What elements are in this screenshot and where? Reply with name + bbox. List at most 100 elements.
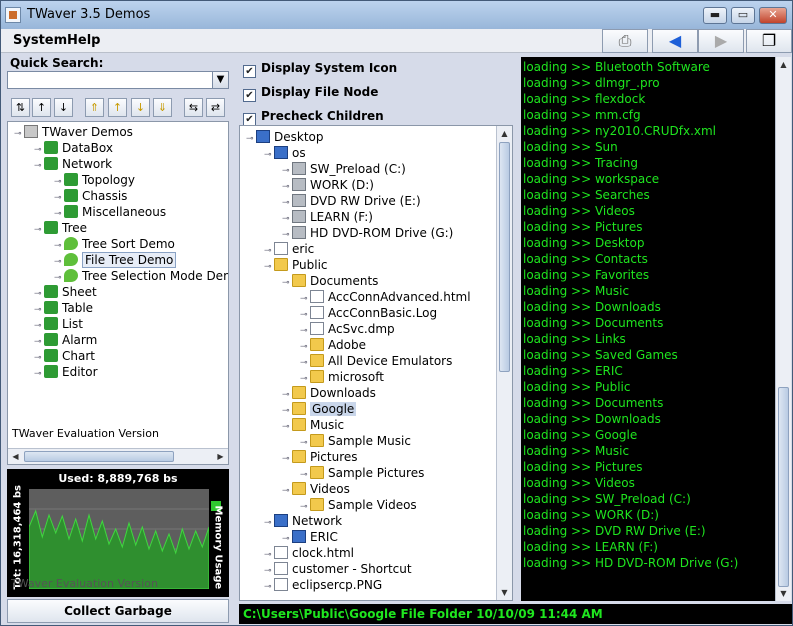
tree-node[interactable]: ⊸ Sample Videos [300,497,417,513]
tree-node[interactable]: ⊸ clock.html [264,545,354,561]
tree-node[interactable]: ⊸ Google [282,401,357,417]
pc-icon [274,514,288,527]
tree-handle-icon[interactable]: ⊸ [34,158,44,174]
tree-node[interactable]: ⊸ Public [264,257,328,273]
tree-handle-icon[interactable]: ⊸ [264,147,274,163]
log-vscrollbar[interactable]: ▲ ▼ [775,57,791,601]
tree-node-label: WORK (D:) [310,178,374,192]
tree-node[interactable]: ⊸ Chassis [54,188,127,204]
tree-handle-icon[interactable]: ⊸ [264,259,274,275]
demo-tree-hscrollbar[interactable]: ◀ ▶ [8,448,228,464]
menu-system[interactable]: System [13,33,67,48]
maximize-button[interactable]: ▭ [731,7,755,24]
tree-node[interactable]: ⊸ Tree Sort Demo [54,236,175,252]
forward-arrow-icon-button[interactable]: ▶ [698,29,744,53]
tree-node[interactable]: ⊸ DVD RW Drive (E:) [282,193,421,209]
tree-node[interactable]: ⊸ Adobe [300,337,366,353]
hscroll-thumb[interactable] [24,451,174,462]
tree-node[interactable]: ⊸ LEARN (F:) [282,209,373,225]
tree-node[interactable]: ⊸ Topology [54,172,135,188]
tree-node[interactable]: ⊸ Network [264,513,342,529]
expand-icon-button[interactable]: ⇆ [184,98,203,117]
sort-tree-icon-button[interactable]: ⇅ [11,98,30,117]
minimize-button[interactable]: ▬ [703,7,727,24]
tree-node[interactable]: ⊸ microsoft [300,369,384,385]
restore-view-icon-button[interactable]: ❐ [746,29,792,53]
tree-handle-icon[interactable]: ⊸ [14,126,24,142]
tree-handle-icon[interactable]: ⊸ [282,419,292,435]
move-bottom-icon-button[interactable]: ⇓ [153,98,172,117]
collapse-icon-button[interactable]: ⇄ [206,98,225,117]
sort-ascending-icon-button[interactable]: ↑ [32,98,51,117]
tree-node[interactable]: ⊸ AcSvc.dmp [300,321,395,337]
vscroll-thumb[interactable] [499,142,510,372]
tree-handle-icon[interactable]: ⊸ [34,366,44,382]
tree-node-label: Adobe [328,338,366,352]
scroll-up-icon[interactable]: ▲ [776,57,791,72]
tree-node[interactable]: ⊸ TWaver Demos [14,124,133,140]
tree-node[interactable]: ⊸ Sheet [34,284,97,300]
tree-handle-icon[interactable]: ⊸ [34,222,44,238]
tree-node[interactable]: ⊸ WORK (D:) [282,177,374,193]
tree-node[interactable]: ⊸ Editor [34,364,98,380]
tree-node[interactable]: ⊸ Tree [34,220,87,236]
tree-handle-icon[interactable]: ⊸ [264,515,274,531]
move-top-icon-button[interactable]: ⇑ [85,98,104,117]
scroll-down-icon[interactable]: ▼ [497,585,512,600]
tree-node[interactable]: ⊸ eric [264,241,314,257]
folder-icon [292,418,306,431]
tree-node[interactable]: ⊸ Documents [282,273,378,289]
tree-node[interactable]: ⊸ Miscellaneous [54,204,166,220]
move-down-icon-button[interactable]: ↓ [131,98,150,117]
chevron-down-icon[interactable]: ▼ [212,72,228,88]
tree-node[interactable]: ⊸ eclipsercp.PNG [264,577,382,593]
tree-node[interactable]: ⊸ Chart [34,348,95,364]
tree-handle-icon[interactable]: ⊸ [264,579,274,595]
tree-node[interactable]: ⊸ SW_Preload (C:) [282,161,406,177]
tree-handle-icon[interactable]: ⊸ [246,131,256,147]
tree-node[interactable]: ⊸ Sample Pictures [300,465,424,481]
move-up-icon-button[interactable]: ↑ [108,98,127,117]
tree-handle-icon[interactable]: ⊸ [282,275,292,291]
tree-node[interactable]: ⊸ File Tree Demo [54,252,177,268]
tree-node[interactable]: ⊸ AccConnAdvanced.html [300,289,471,305]
demo-tree: ⊸ TWaver Demos ⊸ DataBox ⊸ Network ⊸ Topology ⊸ C… [8,122,228,428]
collect-garbage-button[interactable]: Collect Garbage [7,599,229,623]
display-system-icon-checkbox[interactable]: ✔ Display System Icon [243,59,397,78]
tree-node[interactable]: ⊸ Desktop [246,129,324,145]
file-tree-vscrollbar[interactable]: ▲ ▼ [496,126,512,600]
tree-node[interactable]: ⊸ All Device Emulators [300,353,452,369]
log-line: loading >> workspace [523,172,660,186]
tree-node[interactable]: ⊸ Videos [282,481,350,497]
tree-node[interactable]: ⊸ Tree Selection Mode Demo [54,268,228,284]
tree-node[interactable]: ⊸ os [264,145,306,161]
scroll-down-icon[interactable]: ▼ [776,586,791,601]
tree-node[interactable]: ⊸ HD DVD-ROM Drive (G:) [282,225,453,241]
scroll-left-icon[interactable]: ◀ [8,449,23,464]
close-button[interactable]: ✕ [759,7,787,24]
tree-node[interactable]: ⊸ Alarm [34,332,97,348]
quick-search-combo[interactable]: ▼ [7,71,229,89]
precheck-children-checkbox[interactable]: ✔ Precheck Children [243,107,384,126]
tree-node[interactable]: ⊸ Music [282,417,344,433]
tree-node[interactable]: ⊸ customer - Shortcut [264,561,412,577]
print-icon-button[interactable]: ⎙ [602,29,648,53]
tree-node[interactable]: ⊸ ERIC [282,529,338,545]
tree-node[interactable]: ⊸ AccConnBasic.Log [300,305,437,321]
scroll-right-icon[interactable]: ▶ [213,449,228,464]
menu-help[interactable]: Help [67,33,100,48]
vscroll-thumb[interactable] [778,387,789,587]
tree-node[interactable]: ⊸ DataBox [34,140,113,156]
tree-node[interactable]: ⊸ Network [34,156,112,172]
tree-node[interactable]: ⊸ Pictures [282,449,358,465]
back-arrow-icon-button[interactable]: ◀ [652,29,698,53]
sort-descending-icon-button[interactable]: ↓ [54,98,73,117]
scroll-up-icon[interactable]: ▲ [497,126,512,141]
tree-node[interactable]: ⊸ Sample Music [300,433,411,449]
tree-node[interactable]: ⊸ List [34,316,83,332]
tree-handle-icon[interactable]: ⊸ [282,451,292,467]
tree-node[interactable]: ⊸ Downloads [282,385,376,401]
display-file-node-checkbox[interactable]: ✔ Display File Node [243,83,378,102]
tree-handle-icon[interactable]: ⊸ [282,483,292,499]
tree-node[interactable]: ⊸ Table [34,300,93,316]
